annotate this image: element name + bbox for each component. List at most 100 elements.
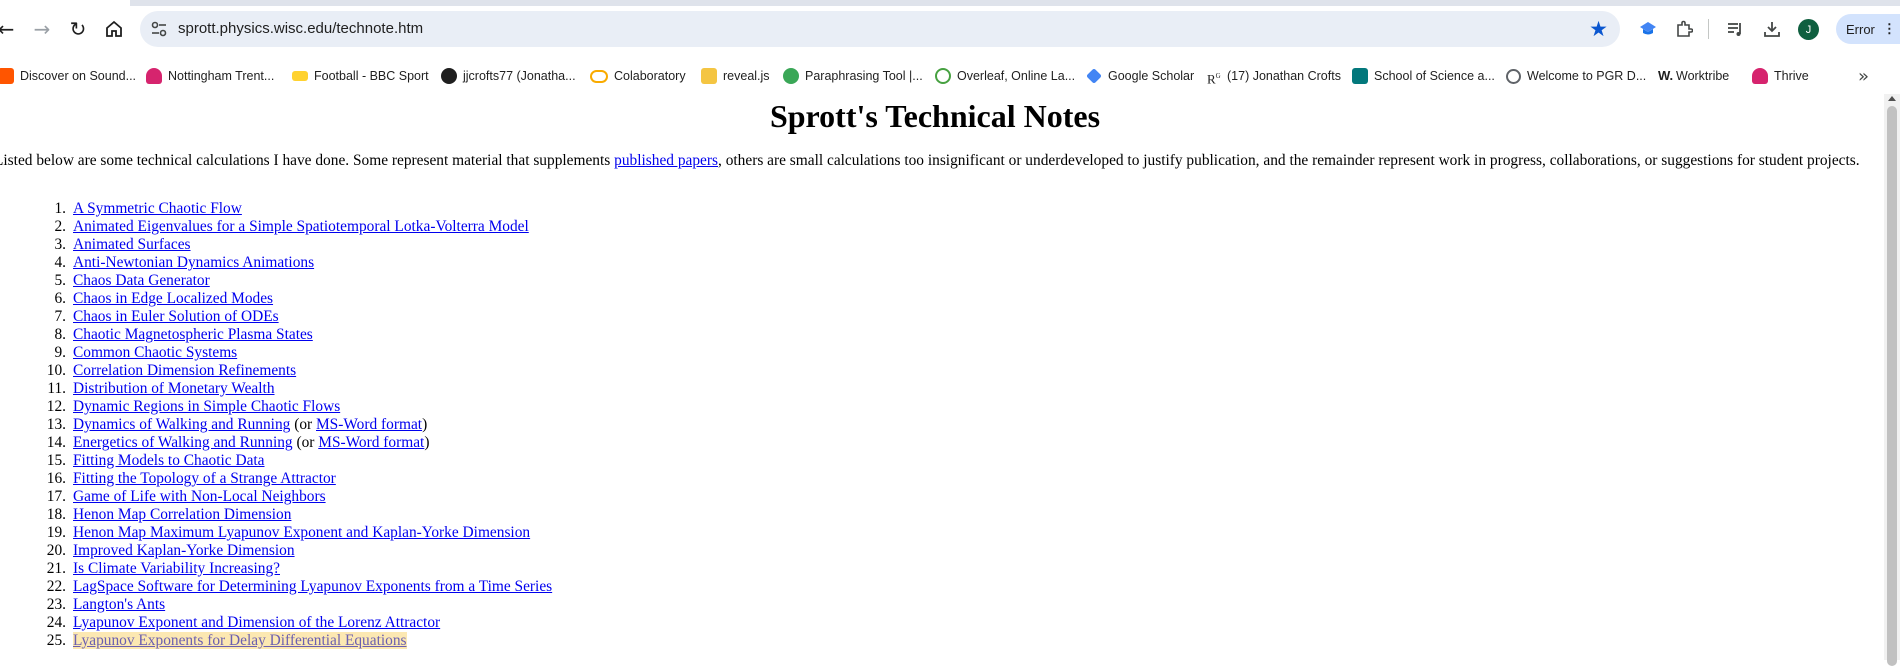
technote-link[interactable]: Is Climate Variability Increasing?: [73, 560, 280, 577]
list-item-number: 12.: [46, 398, 66, 415]
technote-link[interactable]: Game of Life with Non-Local Neighbors: [73, 488, 326, 505]
colab-icon: [590, 69, 608, 83]
technote-link[interactable]: Lyapunov Exponents for Delay Differentia…: [73, 632, 407, 649]
url-text[interactable]: sprott.physics.wisc.edu/technote.htm: [178, 20, 423, 37]
extensions-puzzle-icon[interactable]: [1672, 17, 1696, 41]
reload-button[interactable]: ↻: [64, 15, 92, 43]
or-text: (or: [296, 434, 319, 451]
technote-link[interactable]: Langton's Ants: [73, 596, 165, 613]
technote-link[interactable]: Henon Map Correlation Dimension: [73, 506, 291, 523]
bookmark-star-icon[interactable]: ★: [1589, 17, 1608, 41]
technote-link[interactable]: Chaos in Edge Localized Modes: [73, 290, 273, 307]
forward-button[interactable]: →: [28, 15, 56, 43]
bookmark-item[interactable]: jjcrofts77 (Jonatha...: [441, 58, 576, 94]
list-item-content: Distribution of Monetary Wealth: [73, 380, 275, 398]
technote-link[interactable]: Improved Kaplan-Yorke Dimension: [73, 542, 295, 559]
technote-link[interactable]: Fitting the Topology of a Strange Attrac…: [73, 470, 336, 487]
bookmark-item[interactable]: School of Science a...: [1352, 58, 1495, 94]
technote-link[interactable]: Animated Surfaces: [73, 236, 191, 253]
technote-link[interactable]: Chaotic Magnetospheric Plasma States: [73, 326, 313, 343]
home-button[interactable]: [100, 15, 128, 43]
list-item-content: Fitting Models to Chaotic Data: [73, 452, 265, 470]
bookmark-item[interactable]: Discover on Sound...: [0, 58, 136, 94]
bookmark-label: Thrive: [1774, 69, 1809, 83]
bookmark-item[interactable]: Welcome to PGR D...: [1506, 58, 1646, 94]
list-item-content: Improved Kaplan-Yorke Dimension: [73, 542, 295, 560]
technote-link[interactable]: LagSpace Software for Determining Lyapun…: [73, 578, 552, 595]
active-tab[interactable]: [0, 0, 130, 6]
technote-link[interactable]: Anti-Newtonian Dynamics Animations: [73, 254, 314, 271]
list-item-content: Dynamic Regions in Simple Chaotic Flows: [73, 398, 340, 416]
toolbar-divider: [1708, 19, 1709, 39]
technote-link[interactable]: Dynamics of Walking and Running: [73, 416, 290, 433]
ntu-icon: [146, 68, 162, 84]
scholar-icon: [1086, 68, 1102, 84]
bookmark-item[interactable]: Colaboratory: [590, 58, 686, 94]
list-item-number: 9.: [54, 344, 66, 361]
ms-word-format-link[interactable]: MS-Word format: [316, 416, 422, 433]
list-item-content: LagSpace Software for Determining Lyapun…: [73, 578, 552, 596]
list-item-number: 24.: [46, 614, 66, 631]
scroll-up-arrow-icon[interactable]: [1888, 96, 1896, 101]
technote-link[interactable]: Dynamic Regions in Simple Chaotic Flows: [73, 398, 340, 415]
list-item-number: 21.: [46, 560, 66, 577]
technote-link[interactable]: Correlation Dimension Refinements: [73, 362, 296, 379]
technote-link[interactable]: Distribution of Monetary Wealth: [73, 380, 275, 397]
list-item-number: 17.: [46, 488, 66, 505]
list-item-content: Game of Life with Non-Local Neighbors: [73, 488, 326, 506]
technote-link[interactable]: A Symmetric Chaotic Flow: [73, 200, 242, 217]
bookmark-item[interactable]: Nottingham Trent...: [146, 58, 274, 94]
reload-icon: ↻: [69, 17, 87, 41]
technote-link[interactable]: Chaos in Euler Solution of ODEs: [73, 308, 279, 325]
technote-link[interactable]: Fitting Models to Chaotic Data: [73, 452, 265, 469]
downloads-icon[interactable]: [1760, 17, 1784, 41]
technote-link[interactable]: Henon Map Maximum Lyapunov Exponent and …: [73, 524, 530, 541]
site-info-icon[interactable]: [150, 20, 168, 38]
list-item-number: 18.: [46, 506, 66, 523]
bookmarks-overflow-chevron-icon[interactable]: »: [1858, 58, 1869, 94]
extension-scholar-icon[interactable]: [1636, 17, 1660, 41]
bookmark-label: Discover on Sound...: [20, 69, 137, 83]
arrow-right-icon: →: [33, 17, 51, 41]
list-item-content: Animated Eigenvalues for a Simple Spatio…: [73, 218, 529, 236]
list-item-content: Henon Map Correlation Dimension: [73, 506, 291, 524]
profile-avatar[interactable]: J: [1798, 19, 1819, 40]
vertical-scrollbar[interactable]: [1884, 94, 1900, 666]
published-papers-link[interactable]: published papers: [614, 152, 718, 169]
list-item-content: Is Climate Variability Increasing?: [73, 560, 280, 578]
address-bar[interactable]: sprott.physics.wisc.edu/technote.htm ★: [140, 11, 1620, 47]
bookmark-label: Welcome to PGR D...: [1527, 69, 1647, 83]
page-content: Sprott's Technical Notes Listed below ar…: [0, 94, 1884, 660]
bookmark-item[interactable]: RG (17) Jonathan Crofts: [1207, 58, 1341, 94]
bookmark-label: Google Scholar: [1108, 69, 1195, 83]
scrollbar-thumb[interactable]: [1887, 106, 1897, 666]
bookmark-label: Paraphrasing Tool |...: [805, 69, 923, 83]
or-text: (or: [294, 416, 316, 433]
list-item-content: Animated Surfaces: [73, 236, 191, 254]
bookmark-label: Worktribe: [1676, 69, 1730, 83]
list-item-number: 11.: [47, 380, 66, 397]
bookmark-item[interactable]: Football - BBC Sport: [292, 58, 429, 94]
technote-link[interactable]: Common Chaotic Systems: [73, 344, 237, 361]
error-menu-button[interactable]: Error ⋮: [1836, 14, 1900, 44]
sharepoint-icon: [1352, 68, 1368, 84]
bookmark-item[interactable]: W. Worktribe: [1658, 58, 1729, 94]
bookmark-item[interactable]: Google Scholar: [1086, 58, 1194, 94]
bookmark-item[interactable]: reveal.js: [701, 58, 770, 94]
technote-link[interactable]: Animated Eigenvalues for a Simple Spatio…: [73, 218, 529, 235]
close-paren-text: ): [422, 416, 428, 433]
technote-link[interactable]: Energetics of Walking and Running: [73, 434, 293, 451]
close-paren-text: ): [424, 434, 430, 451]
list-item-content: Common Chaotic Systems: [73, 344, 237, 362]
bookmark-item[interactable]: Thrive: [1752, 58, 1809, 94]
technote-link[interactable]: Chaos Data Generator: [73, 272, 210, 289]
technote-link[interactable]: Lyapunov Exponent and Dimension of the L…: [73, 614, 440, 631]
bookmark-item[interactable]: Paraphrasing Tool |...: [783, 58, 923, 94]
media-queue-icon[interactable]: [1723, 17, 1747, 41]
back-button[interactable]: ←: [0, 15, 20, 43]
bookmark-item[interactable]: Overleaf, Online La...: [935, 58, 1075, 94]
bookmark-label: Football - BBC Sport: [314, 69, 429, 83]
bookmarks-bar: Discover on Sound... Nottingham Trent...…: [0, 58, 1900, 94]
bookmark-label: Colaboratory: [614, 69, 686, 83]
ms-word-format-link[interactable]: MS-Word format: [318, 434, 424, 451]
